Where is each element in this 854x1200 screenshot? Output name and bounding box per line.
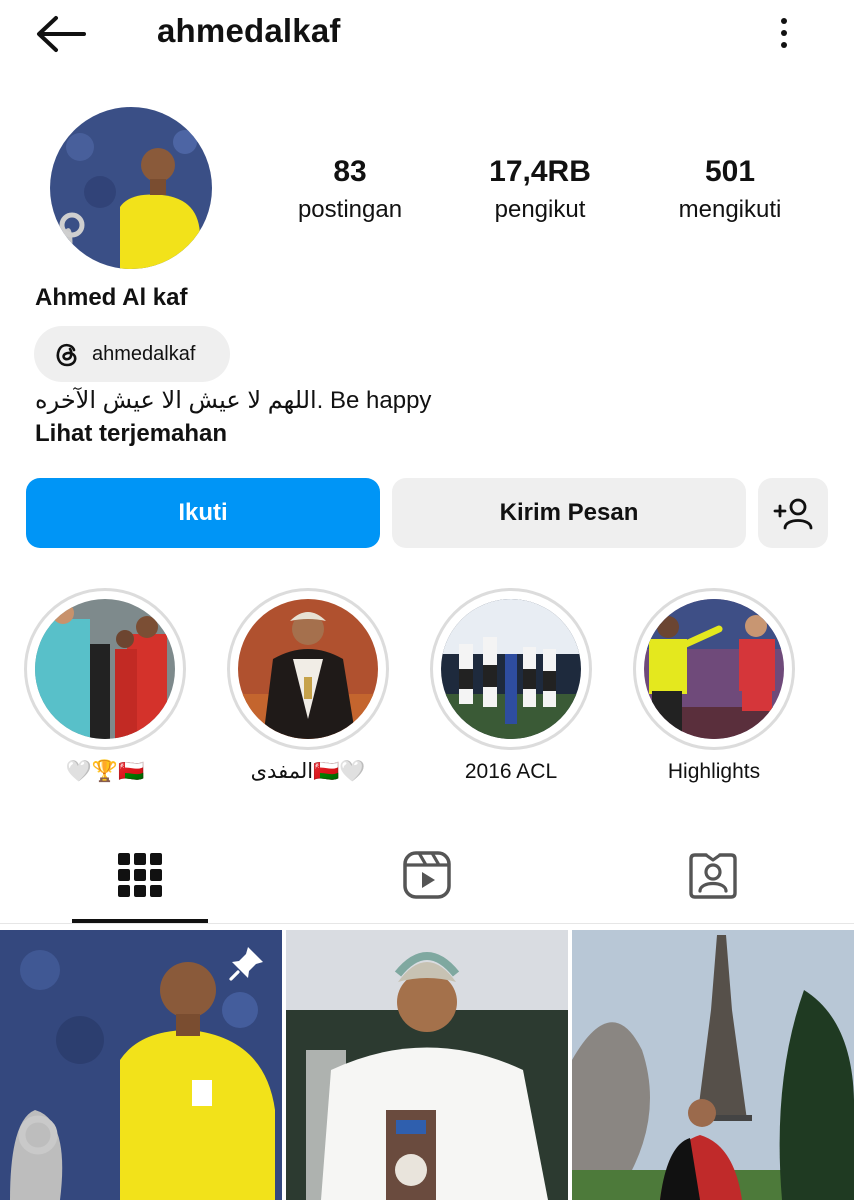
tagged-person-icon	[689, 853, 737, 899]
highlight-thumbnail	[441, 599, 581, 739]
profile-full-name: Ahmed Al kaf	[35, 284, 188, 311]
highlight-caption: 🤍🏆🇴🇲	[65, 760, 145, 783]
profile-tabs	[0, 826, 854, 924]
highlight-ring	[430, 588, 592, 750]
highlight-thumbnail	[238, 599, 378, 739]
profile-username: ahmedalkaf	[157, 12, 341, 49]
tab-reels[interactable]	[357, 826, 497, 924]
highlight-ring	[24, 588, 186, 750]
following-count: 501	[704, 155, 756, 188]
highlight-thumbnail	[35, 599, 175, 739]
threads-link[interactable]: ahmedalkaf	[34, 326, 230, 382]
tab-posts-grid[interactable]	[70, 826, 210, 924]
stat-following[interactable]: 501 mengikuti	[640, 152, 820, 228]
post-thumbnail[interactable]	[286, 930, 568, 1200]
highlight-caption: 2016 ACL	[464, 760, 558, 783]
grid-icon	[118, 853, 162, 897]
see-translation-link[interactable]: Lihat terjemahan	[35, 420, 227, 448]
stat-posts[interactable]: 83 postingan	[260, 152, 440, 228]
highlight-thumbnail	[644, 599, 784, 739]
followers-count: 17,4RB	[489, 155, 591, 188]
highlight-caption: المفدى🇴🇲🤍	[250, 760, 366, 783]
add-person-icon	[773, 498, 813, 530]
post-thumbnail[interactable]	[572, 930, 854, 1200]
more-dots-icon	[781, 18, 787, 24]
highlight-ring	[227, 588, 389, 750]
highlight-ring	[633, 588, 795, 750]
top-bar: ahmedalkaf	[0, 0, 854, 66]
following-label: mengikuti	[678, 196, 782, 223]
arrow-left-icon	[37, 16, 86, 52]
message-button[interactable]: Kirim Pesan	[392, 478, 746, 548]
highlight-item[interactable]: المفدى🇴🇲🤍	[218, 588, 398, 786]
highlight-caption: Highlights	[667, 760, 761, 783]
back-button[interactable]	[34, 12, 88, 56]
stat-followers[interactable]: 17,4RB pengikut	[450, 152, 630, 228]
profile-avatar[interactable]	[50, 107, 212, 269]
posts-label: postingan	[297, 196, 403, 223]
profile-bio: اللهم لا عيش الا عيش الآخره. Be happy	[35, 387, 432, 414]
highlight-item[interactable]: Highlights	[624, 588, 804, 786]
follow-button[interactable]: Ikuti	[26, 478, 380, 548]
highlight-item[interactable]: 2016 ACL	[421, 588, 601, 786]
pin-icon	[229, 947, 263, 981]
highlight-item[interactable]: 🤍🏆🇴🇲	[15, 588, 195, 786]
threads-icon	[56, 343, 77, 367]
followers-label: pengikut	[494, 196, 586, 223]
posts-grid	[0, 930, 854, 1200]
tab-tagged[interactable]	[643, 826, 783, 924]
threads-handle: ahmedalkaf	[92, 342, 196, 365]
reels-icon	[403, 851, 451, 899]
active-tab-indicator	[72, 919, 208, 923]
more-options-button[interactable]	[768, 10, 800, 56]
suggested-users-button[interactable]	[758, 478, 828, 548]
post-thumbnail[interactable]	[0, 930, 282, 1200]
posts-count: 83	[333, 155, 367, 188]
